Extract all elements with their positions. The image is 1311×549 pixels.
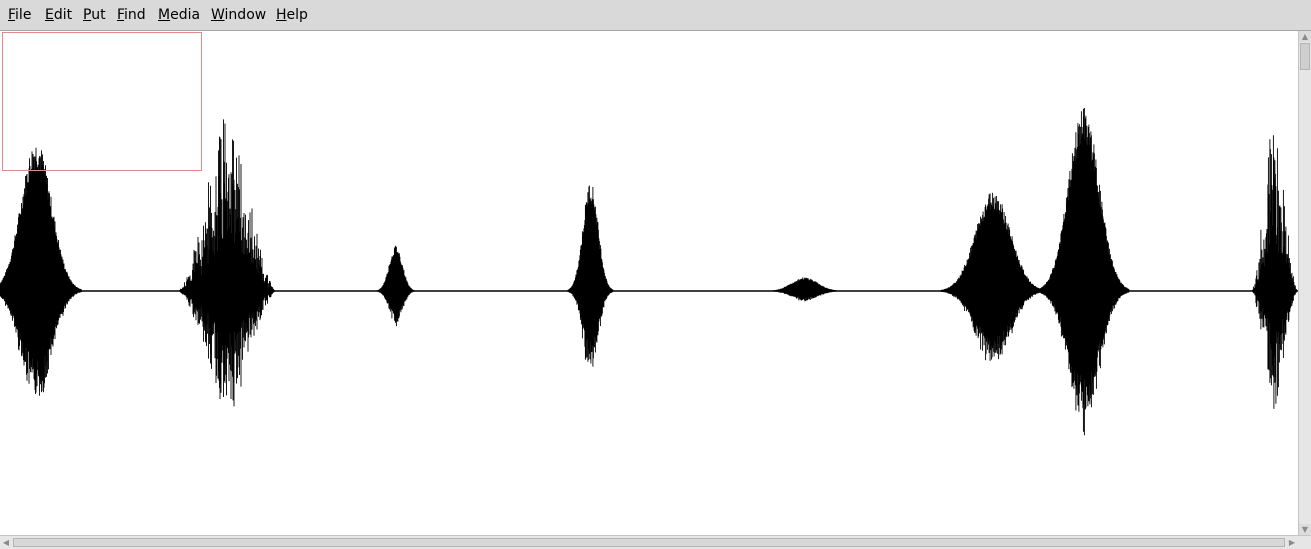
vertical-scrollbar[interactable]: ▲ ▼ — [1298, 31, 1311, 535]
menu-window[interactable]: Window — [211, 6, 266, 24]
scroll-down-arrow-icon[interactable]: ▼ — [1299, 524, 1311, 535]
waveform-burst-3 — [375, 245, 416, 327]
waveform-burst-8 — [1251, 135, 1298, 409]
scroll-up-arrow-icon[interactable]: ▲ — [1299, 31, 1311, 42]
menu-help[interactable]: Help — [276, 6, 308, 24]
horizontal-scroll-thumb[interactable] — [13, 538, 1285, 547]
waveform-burst-5 — [765, 277, 844, 302]
scroll-left-arrow-icon[interactable]: ◀ — [0, 537, 12, 549]
menu-media[interactable]: Media — [158, 6, 200, 24]
waveform-burst-4 — [567, 185, 614, 367]
waveform-burst-1 — [0, 147, 82, 396]
vertical-scroll-thumb[interactable] — [1300, 43, 1310, 70]
menu-file[interactable]: File — [8, 6, 31, 24]
scroll-right-arrow-icon[interactable]: ▶ — [1286, 537, 1298, 549]
menu-bar: File Edit Put Find Media Window Help — [0, 0, 1311, 31]
menu-edit[interactable]: Edit — [45, 6, 72, 24]
waveform-burst-6 — [940, 192, 1046, 361]
waveform-burst-7 — [1037, 108, 1130, 436]
horizontal-scrollbar[interactable]: ◀ ▶ — [0, 535, 1311, 549]
menu-find[interactable]: Find — [117, 6, 146, 24]
menu-put[interactable]: Put — [83, 6, 106, 24]
selection-rectangle[interactable] — [2, 32, 202, 171]
media-window: File Edit Put Find Media Window Help ▲ ▼… — [0, 0, 1311, 549]
waveform-canvas[interactable] — [0, 31, 1298, 535]
